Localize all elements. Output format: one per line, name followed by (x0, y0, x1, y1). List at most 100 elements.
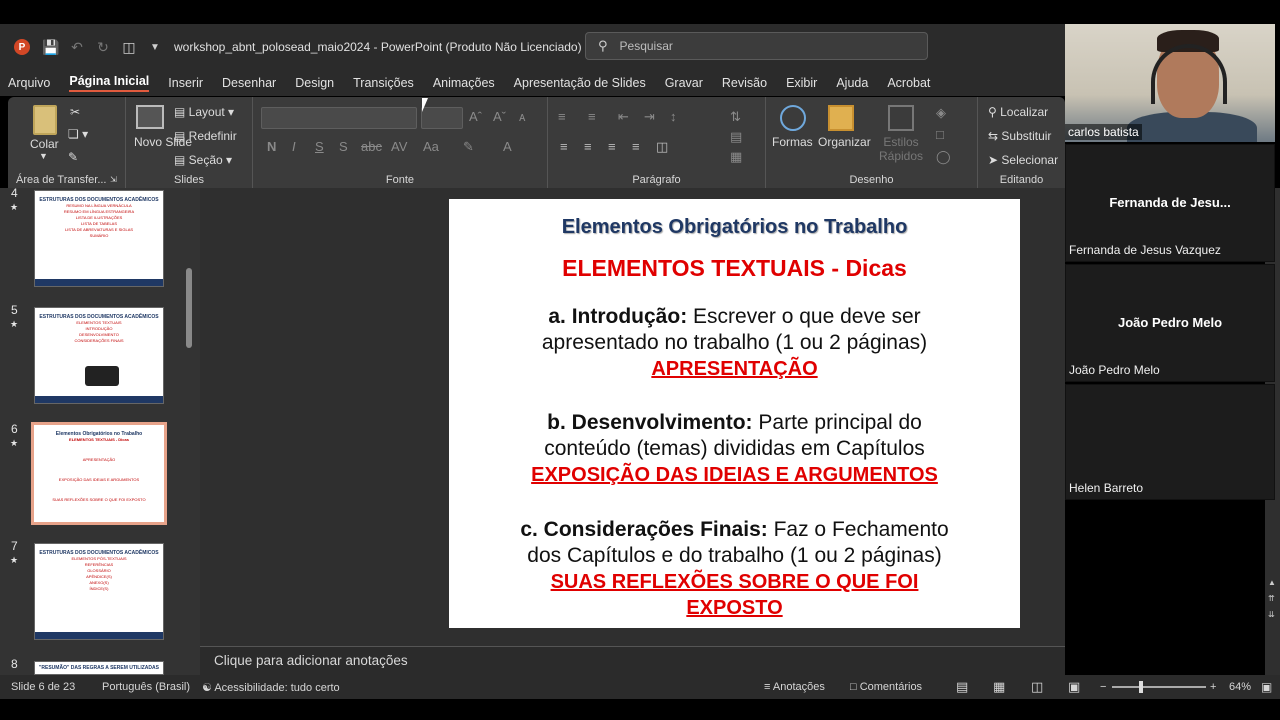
slide-thumbnail-selected[interactable]: Elementos Obrigatórios no Trabalho ELEME… (31, 422, 167, 525)
increase-indent-icon[interactable]: ⇥ (644, 109, 655, 125)
tab-arquivo[interactable]: Arquivo (8, 76, 50, 90)
underline-icon[interactable]: S (315, 139, 324, 154)
scroll-up-icon[interactable]: ▲ (1268, 578, 1276, 587)
shadow-icon[interactable]: S (339, 139, 348, 154)
customize-toolbar-icon[interactable]: ▼ (142, 42, 168, 53)
decrease-font-icon[interactable]: Aˇ (493, 109, 506, 124)
clipboard-launcher-icon[interactable]: ⇲ (110, 175, 117, 184)
justify-icon[interactable]: ≡ (632, 139, 640, 154)
line-spacing-icon[interactable]: ↕ (670, 109, 677, 124)
arrange-button[interactable]: Organizar (818, 135, 871, 149)
thumb-line: SUAS REFLEXÕES SOBRE O QUE FOI EXPOSTO (52, 497, 146, 502)
thumbnail-scrollbar[interactable] (186, 268, 192, 348)
decrease-indent-icon[interactable]: ⇤ (618, 109, 629, 125)
tab-acrobat[interactable]: Acrobat (887, 76, 930, 90)
layout-button[interactable]: ▤ Layout ▾ (174, 105, 234, 119)
shapes-button[interactable]: Formas (772, 135, 813, 149)
tab-design[interactable]: Design (295, 76, 334, 90)
fit-slide-icon[interactable]: ▣ (1261, 680, 1272, 694)
highlight-icon[interactable]: ✎ (463, 139, 474, 155)
shape-fill-icon[interactable]: ◈ (936, 105, 946, 121)
align-left-icon[interactable]: ≡ (560, 139, 568, 154)
columns-icon[interactable]: ◫ (656, 139, 668, 155)
strikethrough-icon[interactable]: abc (361, 139, 382, 154)
comments-toggle[interactable]: □ Comentários (850, 681, 922, 693)
spacing-icon[interactable]: AV (391, 139, 407, 154)
increase-font-icon[interactable]: Aˆ (469, 109, 482, 124)
participant-tile-fernanda[interactable]: Fernanda de Jesu... Fernanda de Jesus Va… (1065, 144, 1275, 262)
clear-format-icon[interactable]: ᴀ (519, 109, 525, 124)
undo-icon[interactable]: ↶ (64, 39, 90, 56)
slide-thumbnail[interactable]: ESTRUTURAS DOS DOCUMENTOS ACADÊMICOS RES… (34, 190, 164, 287)
notes-toggle[interactable]: ≡ Anotações (764, 681, 825, 693)
zoom-in-icon[interactable]: + (1210, 681, 1216, 693)
save-icon[interactable]: 💾 (38, 39, 64, 56)
participant-video-carlos[interactable]: carlos batista (1065, 24, 1275, 142)
numbering-icon[interactable]: ≡ (588, 109, 596, 124)
tab-exibir[interactable]: Exibir (786, 76, 817, 90)
find-button[interactable]: ⚲ Localizar (988, 105, 1048, 119)
language-status[interactable]: Português (Brasil) (102, 681, 190, 693)
current-slide[interactable]: Elementos Obrigatórios no Trabalho ELEME… (449, 199, 1020, 628)
item-b-text1: Parte principal do (752, 411, 922, 434)
normal-view-icon[interactable]: ▤ (956, 679, 968, 695)
reading-view-icon[interactable]: ◫ (1031, 679, 1043, 695)
select-button[interactable]: ➤ Selecionar (988, 153, 1058, 167)
prev-slide-icon[interactable]: ⇈ (1268, 594, 1275, 603)
next-slide-icon[interactable]: ⇊ (1268, 610, 1275, 619)
slide-sorter-icon[interactable]: ▦ (993, 679, 1005, 695)
replace-button[interactable]: ⇆ Substituir (988, 129, 1051, 143)
tab-ajuda[interactable]: Ajuda (836, 76, 868, 90)
copy-icon[interactable]: ❏ ▾ (68, 127, 88, 141)
section-button[interactable]: ▤ Seção ▾ (174, 153, 232, 167)
zoom-slider-thumb[interactable] (1139, 681, 1143, 693)
align-text-icon[interactable]: ▤ (730, 129, 742, 145)
zoom-slider[interactable] (1112, 681, 1206, 693)
shape-outline-icon[interactable]: □ (936, 127, 944, 142)
tab-animacoes[interactable]: Animações (433, 76, 495, 90)
paste-dropdown-icon[interactable]: ▼ (39, 151, 48, 161)
slide-thumbnail[interactable]: ESTRUTURAS DOS DOCUMENTOS ACADÊMICOS ELE… (34, 543, 164, 640)
bold-icon[interactable]: N (267, 139, 276, 154)
change-case-icon[interactable]: Aa (423, 139, 439, 154)
slide-thumbnail[interactable]: "RESUMÃO" DAS REGRAS A SEREM UTILIZADAS (34, 661, 164, 675)
shapes-icon[interactable] (780, 105, 806, 131)
new-slide-icon[interactable] (136, 105, 164, 129)
participant-tile-helen[interactable]: Helen Barreto (1065, 384, 1275, 500)
paste-icon[interactable] (33, 105, 57, 135)
align-center-icon[interactable]: ≡ (584, 139, 592, 154)
zoom-level[interactable]: 64% (1229, 681, 1251, 693)
italic-icon[interactable]: I (292, 139, 296, 154)
quick-styles-icon[interactable] (888, 105, 914, 131)
text-direction-icon[interactable]: ⇅ (730, 109, 741, 125)
font-name-combo[interactable] (261, 107, 417, 129)
slideshow-icon[interactable]: ▣ (1068, 679, 1080, 695)
font-color-icon[interactable]: A (503, 139, 512, 154)
redo-icon[interactable]: ↻ (90, 39, 116, 56)
notes-input[interactable]: Clique para adicionar anotações (200, 646, 1065, 675)
reset-button[interactable]: ▤ Redefinir (174, 129, 237, 143)
align-right-icon[interactable]: ≡ (608, 139, 616, 154)
tab-desenhar[interactable]: Desenhar (222, 76, 276, 90)
cut-icon[interactable]: ✂ (70, 105, 80, 119)
tab-inserir[interactable]: Inserir (168, 76, 203, 90)
quick-styles-button[interactable]: Estilos Rápidos (878, 135, 924, 163)
format-painter-icon[interactable]: ✎ (68, 150, 78, 164)
bullets-icon[interactable]: ≡ (558, 109, 566, 124)
search-input[interactable]: ⚲ Pesquisar (585, 32, 928, 60)
present-icon[interactable]: ◫ (116, 39, 142, 56)
tab-pagina-inicial[interactable]: Página Inicial (69, 74, 150, 92)
arrange-icon[interactable] (828, 105, 854, 131)
slide-thumbnail[interactable]: ESTRUTURAS DOS DOCUMENTOS ACADÊMICOS ELE… (34, 307, 164, 404)
zoom-out-icon[interactable]: − (1100, 681, 1106, 693)
status-bar: Slide 6 de 23 Português (Brasil) ☯ Acess… (0, 675, 1280, 699)
tab-transicoes[interactable]: Transições (353, 76, 414, 90)
shape-effects-icon[interactable]: ◯ (936, 149, 951, 165)
paste-button[interactable]: Colar (30, 137, 59, 151)
participant-tile-joao[interactable]: João Pedro Melo João Pedro Melo (1065, 264, 1275, 382)
tab-revisao[interactable]: Revisão (722, 76, 767, 90)
smartart-icon[interactable]: ▦ (730, 149, 742, 165)
accessibility-status[interactable]: ☯ Acessibilidade: tudo certo (202, 681, 340, 694)
tab-apresentacao[interactable]: Apresentação de Slides (514, 76, 646, 90)
tab-gravar[interactable]: Gravar (665, 76, 703, 90)
